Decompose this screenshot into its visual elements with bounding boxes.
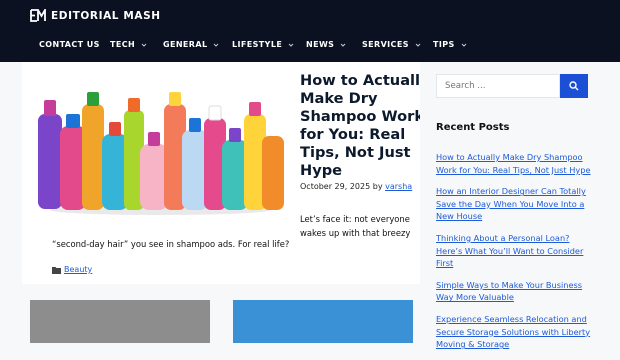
nav-label: NEWS: [306, 40, 335, 49]
post-featured-image[interactable]: [32, 74, 287, 219]
post-meta: October 29, 2025 by varsha: [300, 182, 412, 191]
chevron-down-icon: [341, 43, 346, 47]
chevron-down-icon: [141, 43, 147, 47]
post-excerpt-line-2: “second-day hair” you see in shampoo ads…: [52, 239, 290, 249]
nav-label: GENERAL: [163, 40, 208, 49]
post-by: by: [372, 182, 383, 191]
recent-posts-list: How to Actually Make Dry Shampoo Work fo…: [436, 151, 596, 360]
em-logo-icon: [30, 9, 46, 22]
post-category: Beauty: [52, 265, 92, 274]
nav-item-services[interactable]: SERVICES: [362, 40, 421, 49]
chevron-down-icon: [288, 43, 294, 47]
nav-item-general[interactable]: GENERAL: [163, 40, 219, 49]
post-thumbnail[interactable]: [233, 300, 413, 343]
nav-label: SERVICES: [362, 40, 409, 49]
nav-label: CONTACT US: [39, 40, 100, 49]
nav-item-contact-us[interactable]: CONTACT US: [39, 40, 100, 49]
recent-post-link[interactable]: How to Actually Make Dry Shampoo Work fo…: [436, 152, 590, 175]
main-nav: CONTACT US TECH GENERAL LIFESTYLE NEWS S…: [0, 35, 620, 57]
list-item: Experience Seamless Relocation and Secur…: [436, 313, 596, 351]
nav-item-tips[interactable]: TIPS: [433, 40, 467, 49]
search-icon: [569, 81, 579, 91]
chevron-down-icon: [415, 43, 421, 47]
post-excerpt-line-1: Let’s face it: not everyone wakes up wit…: [300, 214, 411, 238]
nav-item-news[interactable]: NEWS: [306, 40, 346, 49]
list-item: How an Interior Designer Can Totally Sav…: [436, 185, 596, 223]
recent-post-link[interactable]: Thinking About a Personal Loan? Here’s W…: [436, 233, 583, 268]
recent-post-link[interactable]: How an Interior Designer Can Totally Sav…: [436, 186, 586, 221]
list-item: Simple Ways to Make Your Business Way Mo…: [436, 279, 596, 304]
search-input[interactable]: [436, 74, 560, 98]
list-item: Thinking About a Personal Loan? Here’s W…: [436, 232, 596, 270]
recent-post-link[interactable]: Simple Ways to Make Your Business Way Mo…: [436, 280, 582, 303]
nav-label: LIFESTYLE: [232, 40, 283, 49]
category-link[interactable]: Beauty: [64, 265, 92, 274]
page-content: How to Actually Make Dry Shampoo Work fo…: [0, 62, 620, 349]
post-title[interactable]: How to Actually Make Dry Shampoo Work fo…: [300, 72, 440, 180]
recent-post-link[interactable]: Experience Seamless Relocation and Secur…: [436, 314, 590, 349]
site-name: EDITORIAL MASH: [51, 9, 161, 22]
nav-label: TIPS: [433, 40, 455, 49]
list-item: How to Actually Make Dry Shampoo Work fo…: [436, 151, 596, 176]
site-header: EDITORIAL MASH CONTACT US TECH GENERAL L…: [0, 0, 620, 62]
post-thumbnail[interactable]: [30, 300, 210, 343]
nav-item-tech[interactable]: TECH: [110, 40, 147, 49]
chevron-down-icon: [461, 43, 467, 47]
sidebar: Recent Posts How to Actually Make Dry Sh…: [420, 62, 620, 349]
post-date[interactable]: October 29, 2025: [300, 182, 370, 191]
post-author-link[interactable]: varsha: [385, 182, 412, 191]
nav-item-lifestyle[interactable]: LIFESTYLE: [232, 40, 294, 49]
folder-icon: [52, 266, 61, 274]
search-button[interactable]: [560, 74, 588, 98]
recent-posts-heading: Recent Posts: [436, 122, 510, 133]
featured-post: How to Actually Make Dry Shampoo Work fo…: [22, 62, 430, 284]
site-brand[interactable]: EDITORIAL MASH: [30, 9, 161, 22]
chevron-down-icon: [214, 43, 219, 47]
nav-label: TECH: [110, 40, 136, 49]
